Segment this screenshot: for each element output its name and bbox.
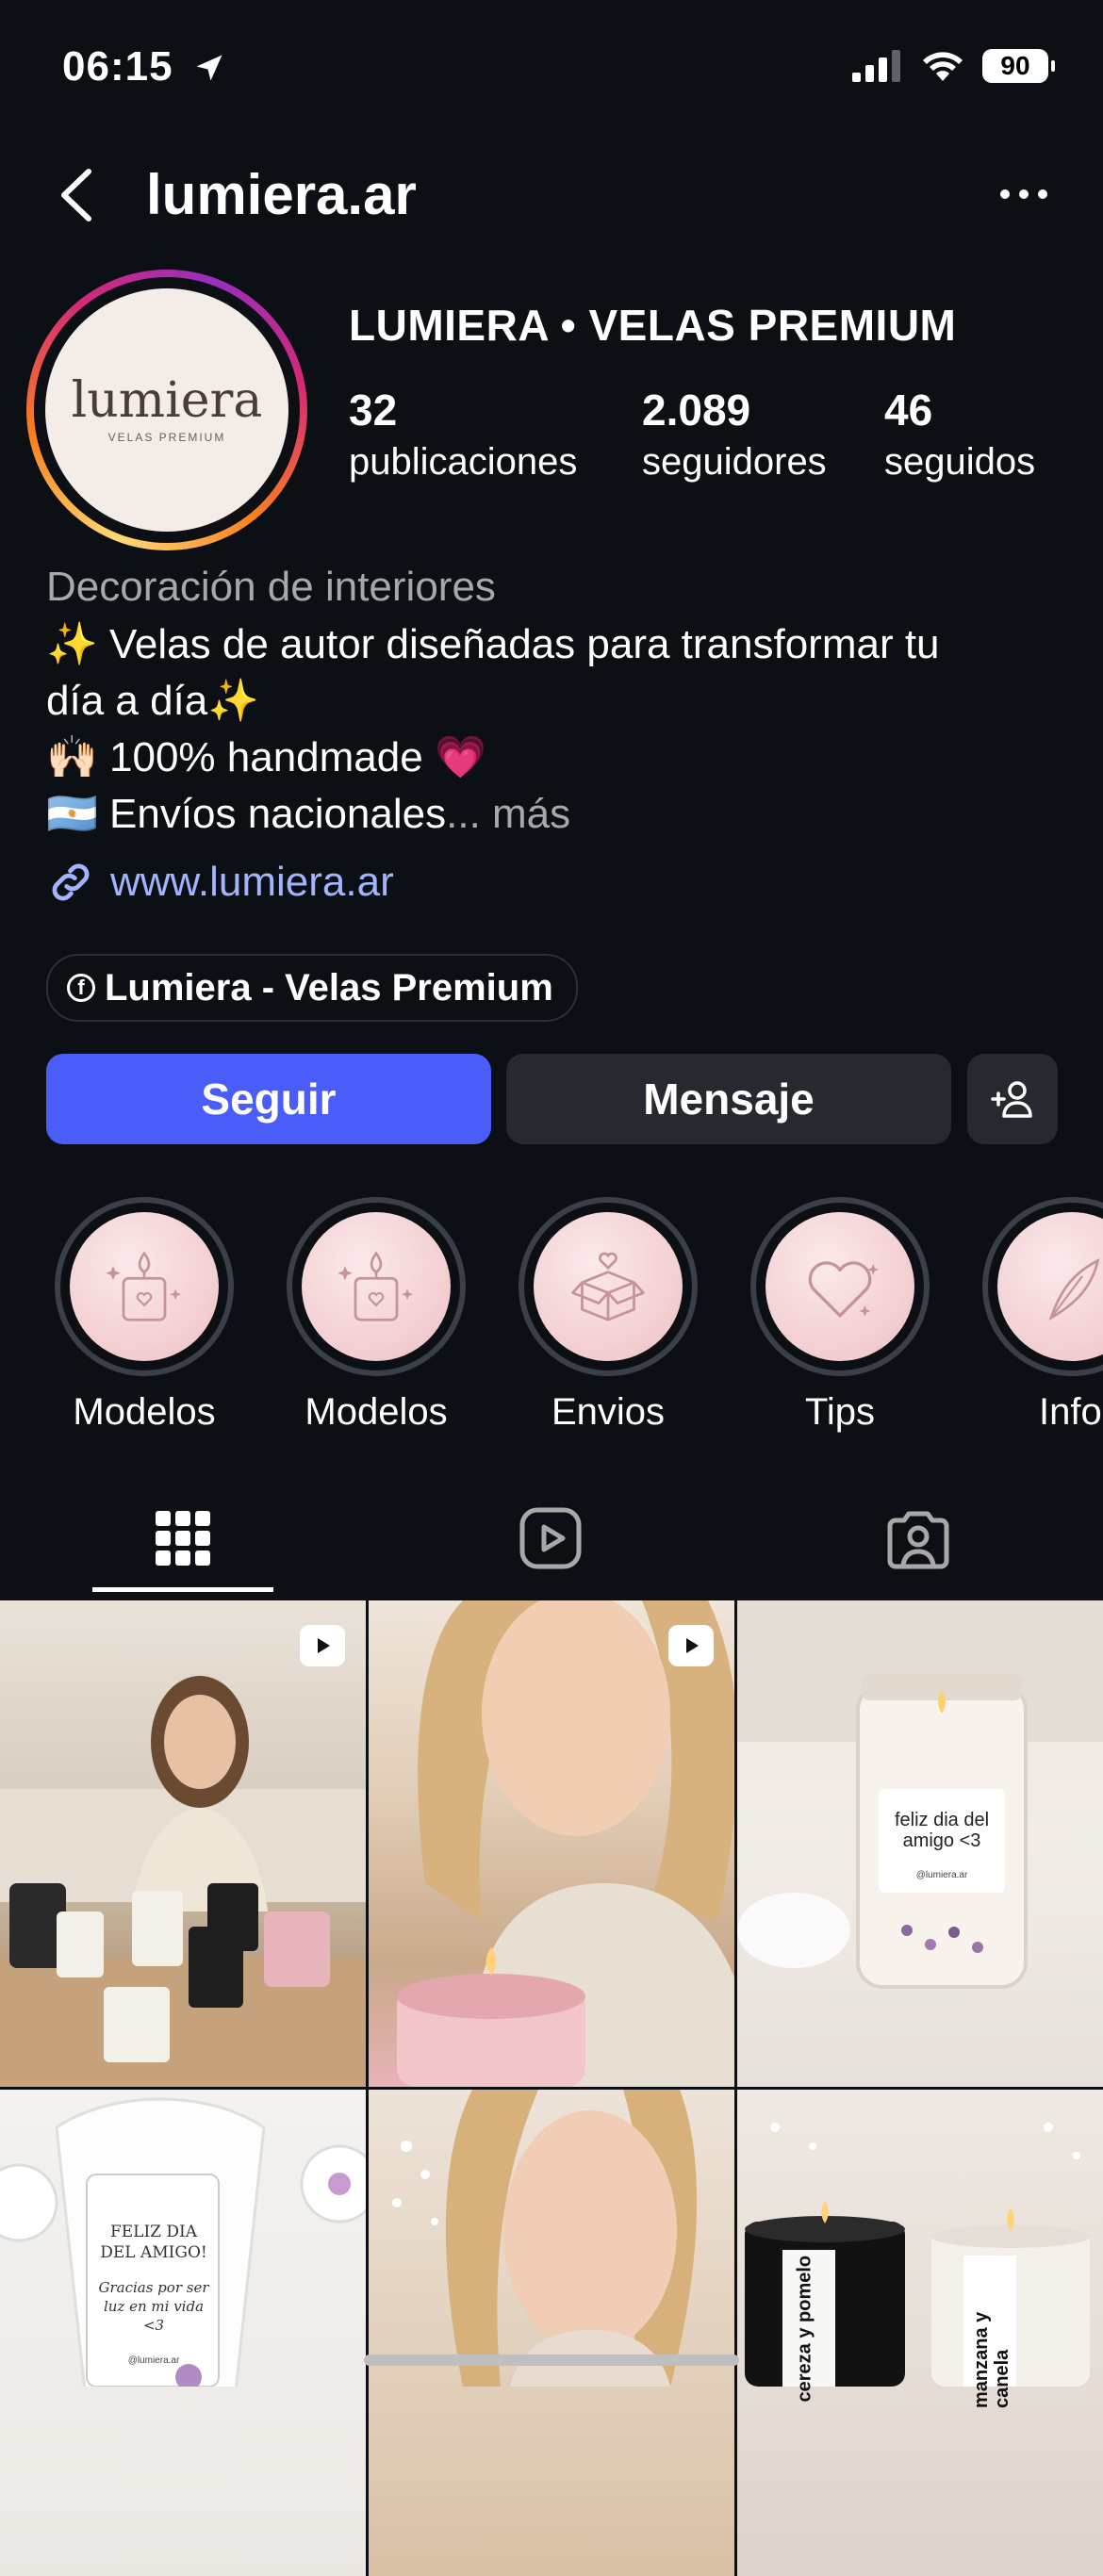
stat-label: seguidos (884, 441, 1036, 483)
gift-tag-title: FELIZ DIA DEL AMIGO! (100, 2223, 207, 2262)
tab-grid[interactable] (98, 1489, 268, 1587)
reel-badge-icon (668, 1625, 714, 1666)
highlight-label: Info (1039, 1391, 1102, 1433)
cellular-signal-icon (852, 50, 900, 82)
website-link-text: www.lumiera.ar (110, 859, 394, 905)
post-thumbnail[interactable]: feliz dia del amigo <3 @lumiera.ar (737, 1600, 1103, 2087)
highlight-label: Modelos (305, 1391, 448, 1433)
stat-label: seguidores (642, 441, 827, 483)
home-indicator[interactable] (364, 2354, 739, 2366)
facebook-page-name: Lumiera - Velas Premium (105, 966, 553, 1009)
highlight-modelos-2[interactable]: Modelos (287, 1197, 466, 1434)
highlight-label: Tips (804, 1391, 876, 1433)
wifi-icon (923, 52, 963, 81)
avatar-logo: lumiera (71, 372, 263, 429)
add-person-icon (991, 1081, 1032, 1118)
highlight-envios[interactable]: Envios (519, 1197, 698, 1434)
jar-label: feliz dia del amigo <3 (894, 1810, 990, 1851)
post-thumbnail[interactable] (369, 2090, 734, 2576)
tab-reels[interactable] (466, 1489, 635, 1587)
profile-category: Decoración de interiores (46, 564, 496, 610)
candle-icon (337, 1251, 414, 1321)
candle-label-left: cereza y pomelo (794, 2255, 815, 2403)
highlight-tips[interactable]: Tips (750, 1197, 930, 1434)
stat-label: publicaciones (349, 441, 578, 483)
stat-followers[interactable]: 2.089 seguidores (642, 385, 827, 484)
bio-line: 🇦🇷 Envíos nacionales... más (46, 786, 940, 843)
reels-icon (519, 1507, 582, 1569)
candle-label-right: manzana y canela (971, 2311, 1012, 2408)
suggested-users-button[interactable] (967, 1054, 1058, 1144)
gift-tag-text: Gracias por ser luz en mi vida <3 (98, 2279, 209, 2334)
post-thumbnail[interactable] (0, 1600, 366, 2087)
story-ring[interactable]: lumiera VELAS PREMIUM (26, 270, 307, 550)
candle-icon (106, 1251, 182, 1321)
gift-tag-brand: @lumiera.ar (127, 2355, 180, 2366)
follow-button[interactable]: Seguir (46, 1054, 491, 1144)
status-indicators: 90 (852, 49, 1055, 83)
bio-line: 🙌🏻 100% handmade 💗 (46, 734, 486, 780)
stat-value: 2.089 (642, 386, 751, 435)
stat-following[interactable]: 46 seguidos (884, 385, 1035, 484)
bio-line: ✨ Velas de autor diseñadas para transfor… (46, 621, 940, 667)
leaf-icon (1048, 1257, 1100, 1321)
post-thumbnail[interactable] (369, 1600, 734, 2087)
post-thumbnail[interactable]: cereza y pomelo manzana y canela (737, 2090, 1103, 2576)
more-options-icon[interactable] (997, 185, 1050, 204)
post-thumbnail[interactable]: FELIZ DIA DEL AMIGO! Gracias por ser luz… (0, 2090, 366, 2576)
avatar-tagline: VELAS PREMIUM (107, 431, 226, 444)
battery-indicator: 90 (982, 49, 1055, 83)
stat-posts[interactable]: 32 publicaciones (349, 385, 577, 484)
avatar: lumiera VELAS PREMIUM (45, 288, 288, 532)
display-name: LUMIERA • VELAS PREMIUM (349, 301, 957, 350)
box-icon (571, 1252, 645, 1321)
back-arrow-icon[interactable] (53, 166, 100, 224)
website-link[interactable]: www.lumiera.ar (46, 858, 394, 907)
heart-icon (808, 1261, 880, 1318)
more-link[interactable]: ... más (446, 791, 570, 837)
tagged-icon (887, 1511, 949, 1569)
facebook-icon: f (67, 974, 95, 1002)
grid-icon (156, 1511, 210, 1566)
reel-badge-icon (300, 1625, 345, 1666)
status-time: 06:15 (62, 43, 173, 90)
highlight-label: Modelos (73, 1391, 216, 1433)
highlight-info[interactable]: Info (982, 1197, 1103, 1434)
message-button[interactable]: Mensaje (506, 1054, 951, 1144)
active-tab-indicator (92, 1587, 273, 1592)
bio: ✨ Velas de autor diseñadas para transfor… (46, 616, 940, 843)
tab-tagged[interactable] (833, 1489, 1003, 1587)
stat-value: 46 (884, 386, 933, 435)
profile-username: lumiera.ar (146, 163, 417, 226)
highlight-modelos[interactable]: Modelos (55, 1197, 234, 1434)
bio-line: día a día✨ (46, 678, 260, 724)
jar-brand: @lumiera.ar (915, 1870, 968, 1880)
location-arrow-icon (196, 55, 222, 81)
bio-line-text: 🇦🇷 Envíos nacionales (46, 791, 447, 837)
facebook-page-chip[interactable]: f Lumiera - Velas Premium (46, 954, 578, 1022)
highlight-label: Envios (551, 1391, 666, 1433)
stat-value: 32 (349, 386, 398, 435)
link-icon (52, 863, 90, 901)
